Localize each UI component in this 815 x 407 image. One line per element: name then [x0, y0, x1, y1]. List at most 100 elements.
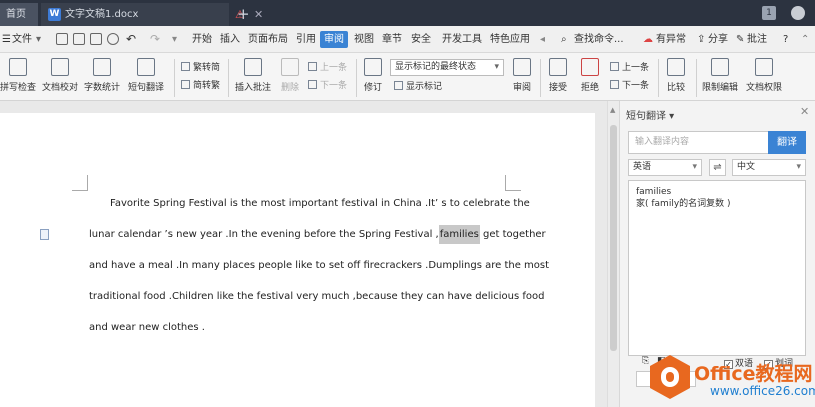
file-dropdown-icon[interactable]: ▾: [36, 26, 41, 53]
save-icon[interactable]: [56, 33, 68, 45]
show-markup-button[interactable]: 显示标记: [394, 81, 442, 93]
watermark: Office教程网 www.office26.com: [650, 355, 815, 407]
next-change-button[interactable]: 下一条: [610, 80, 649, 92]
quick-more-icon[interactable]: ▾: [172, 26, 177, 53]
compare-button[interactable]: 比较: [662, 53, 690, 93]
review-pane-button[interactable]: 审阅: [508, 53, 536, 93]
display-mode-select[interactable]: 显示标记的最终状态: [390, 59, 504, 76]
ribbon-separator: [540, 59, 541, 97]
margin-corner: [505, 175, 521, 191]
insert-comment-icon: [244, 58, 262, 76]
menu-insert[interactable]: 插入: [220, 26, 240, 53]
target-lang-select[interactable]: 中文: [732, 159, 806, 176]
to-simplified-button[interactable]: 简转繁: [181, 80, 220, 92]
doc-line-1[interactable]: Favorite Spring Festival is the most imp…: [89, 197, 530, 211]
menu-bar: ☰ 文件 ▾ ↶ ↷ ▾ 开始 插入 页面布局 引用 审阅 视图 章节 安全 开…: [0, 26, 815, 53]
review-pane-icon: [513, 58, 531, 76]
office-logo-icon: [650, 355, 690, 399]
doc-line-4[interactable]: traditional food .Children like the fest…: [89, 290, 544, 304]
compare-icon: [667, 58, 685, 76]
close-tab-icon[interactable]: ✕: [254, 3, 263, 26]
share-icon[interactable]: ⇪: [697, 26, 705, 53]
menu-start[interactable]: 开始: [192, 26, 212, 53]
doc-rights-icon: [755, 58, 773, 76]
menu-chapter[interactable]: 章节: [382, 26, 402, 53]
restrict-edit-button[interactable]: 限制编辑: [700, 53, 740, 93]
menu-share[interactable]: 分享: [708, 26, 728, 53]
translation-result: families 家( family的名词复数 ): [628, 180, 806, 356]
watermark-brand: Office教程网: [694, 363, 813, 385]
word-count-icon: [93, 58, 111, 76]
menu-file[interactable]: 文件: [12, 26, 32, 53]
menu-page-layout[interactable]: 页面布局: [248, 26, 288, 53]
new-tab-icon[interactable]: +: [237, 3, 250, 26]
insert-comment-button[interactable]: 插入批注: [232, 53, 274, 93]
to-traditional-button[interactable]: 繁转简: [181, 62, 220, 74]
scrollbar-thumb[interactable]: [610, 125, 617, 351]
translate-icon: [137, 58, 155, 76]
menu-features[interactable]: 特色应用: [490, 26, 530, 53]
doc-proof-button[interactable]: 文档校对: [40, 53, 80, 93]
panel-title: 短句翻译 ▾: [626, 111, 675, 122]
accept-icon: [549, 58, 567, 76]
ribbon-separator: [174, 59, 175, 97]
search-icon[interactable]: ⌕: [561, 26, 567, 53]
convert-icon: [181, 62, 190, 71]
menu-exception[interactable]: 有异常: [656, 26, 686, 53]
menu-reference[interactable]: 引用: [296, 26, 316, 53]
ribbon-collapse-icon[interactable]: ⌃: [801, 26, 809, 53]
menu-review[interactable]: 审阅: [320, 31, 348, 48]
word-count-button[interactable]: 字数统计: [82, 53, 122, 93]
copy-icon[interactable]: ⎘: [642, 356, 649, 366]
menu-icon[interactable]: ☰: [2, 26, 11, 53]
menu-security[interactable]: 安全: [411, 26, 431, 53]
spell-check-icon: [9, 58, 27, 76]
selected-word[interactable]: families: [438, 225, 480, 244]
scroll-up-icon[interactable]: ▲: [610, 106, 617, 114]
next-icon: [308, 80, 317, 89]
ribbon-separator: [696, 59, 697, 97]
revise-icon: [364, 58, 382, 76]
delete-comment-button[interactable]: 删除: [277, 53, 303, 93]
doc-rights-button[interactable]: 文档权限: [744, 53, 784, 93]
help-icon[interactable]: ?: [783, 26, 788, 53]
tab-home[interactable]: 首页: [0, 3, 38, 26]
translate-button[interactable]: 翻译: [768, 131, 806, 154]
undo-icon[interactable]: ↶: [126, 26, 136, 53]
writer-doc-icon: W: [48, 8, 61, 21]
doc-line-3[interactable]: and have a meal .In many places people l…: [89, 259, 549, 273]
translate-input[interactable]: 输入翻译内容: [628, 131, 768, 154]
prev-change-button[interactable]: 上一条: [610, 62, 649, 74]
window-count-badge[interactable]: 1: [762, 6, 776, 20]
reject-button[interactable]: 拒绝: [576, 53, 604, 93]
next-comment-button[interactable]: 下一条: [308, 80, 347, 92]
accept-button[interactable]: 接受: [544, 53, 572, 93]
tab-document[interactable]: W 文字文稿1.docx ⚠ ✕: [41, 3, 263, 26]
doc-line-2[interactable]: lunar calendar ’s new year .In the eveni…: [89, 225, 546, 244]
preview-icon[interactable]: [107, 33, 119, 45]
source-lang-select[interactable]: 英语: [628, 159, 702, 176]
print-icon[interactable]: [90, 33, 102, 45]
short-translate-button[interactable]: 短句翻译: [124, 53, 168, 93]
review-ribbon: 拼写检查 文档校对 字数统计 短句翻译 繁转简 简转繁 插入批注 删除 上一条 …: [0, 53, 815, 101]
paragraph-mark-icon[interactable]: [40, 229, 49, 240]
menu-comment[interactable]: 批注: [747, 26, 767, 53]
revise-button[interactable]: 修订: [360, 53, 386, 93]
spell-check-button[interactable]: 拼写检查: [0, 53, 36, 93]
document-page[interactable]: Favorite Spring Festival is the most imp…: [0, 113, 595, 407]
comment-icon[interactable]: ✎: [736, 26, 744, 53]
vertical-scrollbar[interactable]: ▲: [607, 101, 619, 407]
search-command[interactable]: 查找命令...: [574, 26, 624, 53]
menu-view[interactable]: 视图: [354, 26, 374, 53]
next-icon: [610, 80, 619, 89]
prev-comment-button[interactable]: 上一条: [308, 62, 347, 74]
close-panel-icon[interactable]: ✕: [800, 105, 809, 118]
redo-icon[interactable]: ↷: [150, 26, 160, 53]
cloud-warning-icon[interactable]: ☁: [643, 26, 653, 53]
swap-lang-icon[interactable]: ⇌: [709, 159, 726, 176]
open-icon[interactable]: [73, 33, 85, 45]
avatar[interactable]: [791, 6, 805, 20]
doc-line-5[interactable]: and wear new clothes .: [89, 321, 509, 335]
menu-scroll-icon[interactable]: ◂: [540, 26, 545, 53]
menu-dev-tools[interactable]: 开发工具: [442, 26, 482, 53]
